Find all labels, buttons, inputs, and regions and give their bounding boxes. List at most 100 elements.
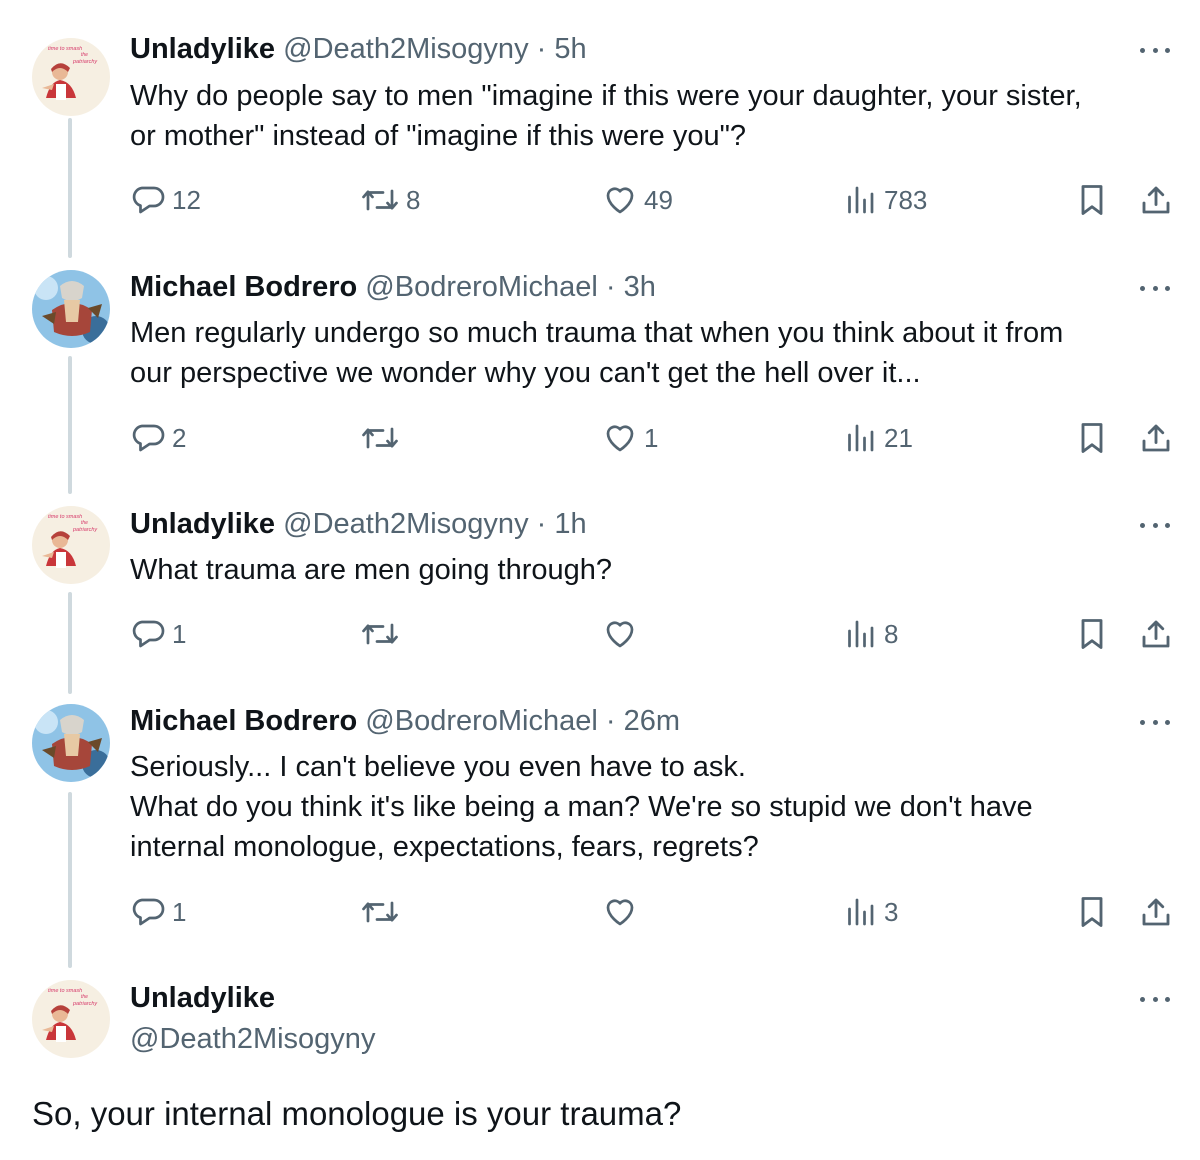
reply-count: 2 <box>172 422 187 453</box>
like-icon <box>606 621 634 648</box>
views-icon <box>848 186 874 214</box>
reply-count: 12 <box>172 184 201 215</box>
avatar[interactable]: time to smash the patriarchy <box>32 38 110 116</box>
more-icon[interactable] <box>1140 276 1170 300</box>
user-handle[interactable]: @Death2Misogyny <box>130 1022 375 1056</box>
share-icon <box>1142 186 1170 214</box>
user-handle[interactable]: @BodreroMichael <box>365 271 598 303</box>
timestamp[interactable]: · 1h <box>537 508 587 540</box>
svg-text:the: the <box>81 520 88 526</box>
more-icon[interactable] <box>1140 513 1170 537</box>
svg-text:patriarchy: patriarchy <box>72 59 98 65</box>
action-bar: 1 8 <box>130 614 1180 654</box>
share-button[interactable] <box>1138 614 1174 654</box>
tweet-text: Men regularly undergo so much trauma tha… <box>130 317 1064 389</box>
repost-icon <box>362 623 398 645</box>
reply-button[interactable]: 1 <box>130 892 186 932</box>
share-icon <box>1142 898 1170 926</box>
svg-text:time to smash: time to smash <box>48 46 82 52</box>
bookmark-button[interactable] <box>1074 892 1110 932</box>
avatar[interactable] <box>32 270 110 348</box>
more-icon[interactable] <box>1140 38 1170 62</box>
display-name[interactable]: Unladylike <box>130 33 275 65</box>
reply-icon <box>132 424 165 452</box>
views-button[interactable]: 8 <box>842 614 898 654</box>
display-name[interactable]: Unladylike <box>130 982 275 1014</box>
tweet-header: Michael Bodrero @BodreroMichael · 26m <box>130 704 680 738</box>
svg-text:time to smash: time to smash <box>48 988 82 994</box>
tweet-header: Unladylike <box>130 981 275 1015</box>
svg-text:patriarchy: patriarchy <box>72 527 98 533</box>
views-button[interactable]: 21 <box>842 418 913 458</box>
reply-count: 1 <box>172 618 187 649</box>
views-button[interactable]: 783 <box>842 180 927 220</box>
avatar[interactable] <box>32 704 110 782</box>
repost-button[interactable] <box>360 892 406 932</box>
reply-icon <box>132 620 165 648</box>
reply-button[interactable]: 2 <box>130 418 186 458</box>
timestamp[interactable]: · 3h <box>606 271 656 303</box>
avatar[interactable]: time to smash the patriarchy <box>32 980 110 1058</box>
like-button[interactable] <box>602 892 644 932</box>
like-button[interactable]: 49 <box>602 180 673 220</box>
tweet-header: Unladylike @Death2Misogyny · 5h <box>130 32 587 66</box>
share-icon <box>1142 620 1170 648</box>
share-button[interactable] <box>1138 892 1174 932</box>
timestamp[interactable]: · 5h <box>537 33 587 65</box>
like-icon <box>606 187 634 214</box>
user-handle[interactable]: @Death2Misogyny <box>283 33 528 65</box>
views-icon <box>848 898 874 926</box>
svg-text:time to smash: time to smash <box>48 514 82 520</box>
repost-icon <box>362 901 398 923</box>
bookmark-icon <box>1081 619 1103 649</box>
bookmark-icon <box>1081 423 1103 453</box>
share-icon <box>1142 424 1170 452</box>
like-icon <box>606 425 634 452</box>
tweet-text: Seriously... I can't believe you even ha… <box>130 751 1033 863</box>
reply-icon <box>132 186 165 214</box>
repost-button[interactable] <box>360 614 406 654</box>
display-name[interactable]: Michael Bodrero <box>130 705 357 737</box>
share-button[interactable] <box>1138 180 1174 220</box>
views-button[interactable]: 3 <box>842 892 898 932</box>
views-icon <box>848 424 874 452</box>
tweet-text: So, your internal monologue is your trau… <box>32 1095 682 1132</box>
tweet-text: What trauma are men going through? <box>130 554 612 586</box>
like-icon <box>606 899 634 926</box>
bookmark-button[interactable] <box>1074 418 1110 458</box>
more-icon[interactable] <box>1140 710 1170 734</box>
like-button[interactable]: 1 <box>602 418 658 458</box>
svg-text:patriarchy: patriarchy <box>72 1001 98 1007</box>
views-icon <box>848 620 874 648</box>
user-handle[interactable]: @BodreroMichael <box>365 705 598 737</box>
reply-button[interactable]: 1 <box>130 614 186 654</box>
tweet-header: Unladylike @Death2Misogyny · 1h <box>130 507 587 541</box>
svg-text:the: the <box>81 52 88 58</box>
views-count: 3 <box>884 896 899 927</box>
thread-line <box>68 356 72 494</box>
svg-text:the: the <box>81 994 88 1000</box>
timestamp[interactable]: · 26m <box>606 705 680 737</box>
bookmark-icon <box>1081 185 1103 215</box>
repost-button[interactable]: 8 <box>360 180 420 220</box>
display-name[interactable]: Michael Bodrero <box>130 271 357 303</box>
more-icon[interactable] <box>1140 987 1170 1011</box>
views-count: 8 <box>884 618 899 649</box>
reply-icon <box>132 898 165 926</box>
action-bar: 2 1 21 <box>130 418 1180 458</box>
share-button[interactable] <box>1138 418 1174 458</box>
views-count: 783 <box>884 184 928 215</box>
user-handle[interactable]: @Death2Misogyny <box>283 508 528 540</box>
bookmark-button[interactable] <box>1074 180 1110 220</box>
avatar[interactable]: time to smash the patriarchy <box>32 506 110 584</box>
repost-count: 8 <box>406 184 421 215</box>
thread-line <box>68 118 72 258</box>
bookmark-button[interactable] <box>1074 614 1110 654</box>
thread-line <box>68 792 72 968</box>
reply-button[interactable]: 12 <box>130 180 201 220</box>
like-button[interactable] <box>602 614 644 654</box>
like-count: 1 <box>644 422 659 453</box>
display-name[interactable]: Unladylike <box>130 508 275 540</box>
action-bar: 12 8 49 783 <box>130 180 1180 220</box>
repost-button[interactable] <box>360 418 406 458</box>
